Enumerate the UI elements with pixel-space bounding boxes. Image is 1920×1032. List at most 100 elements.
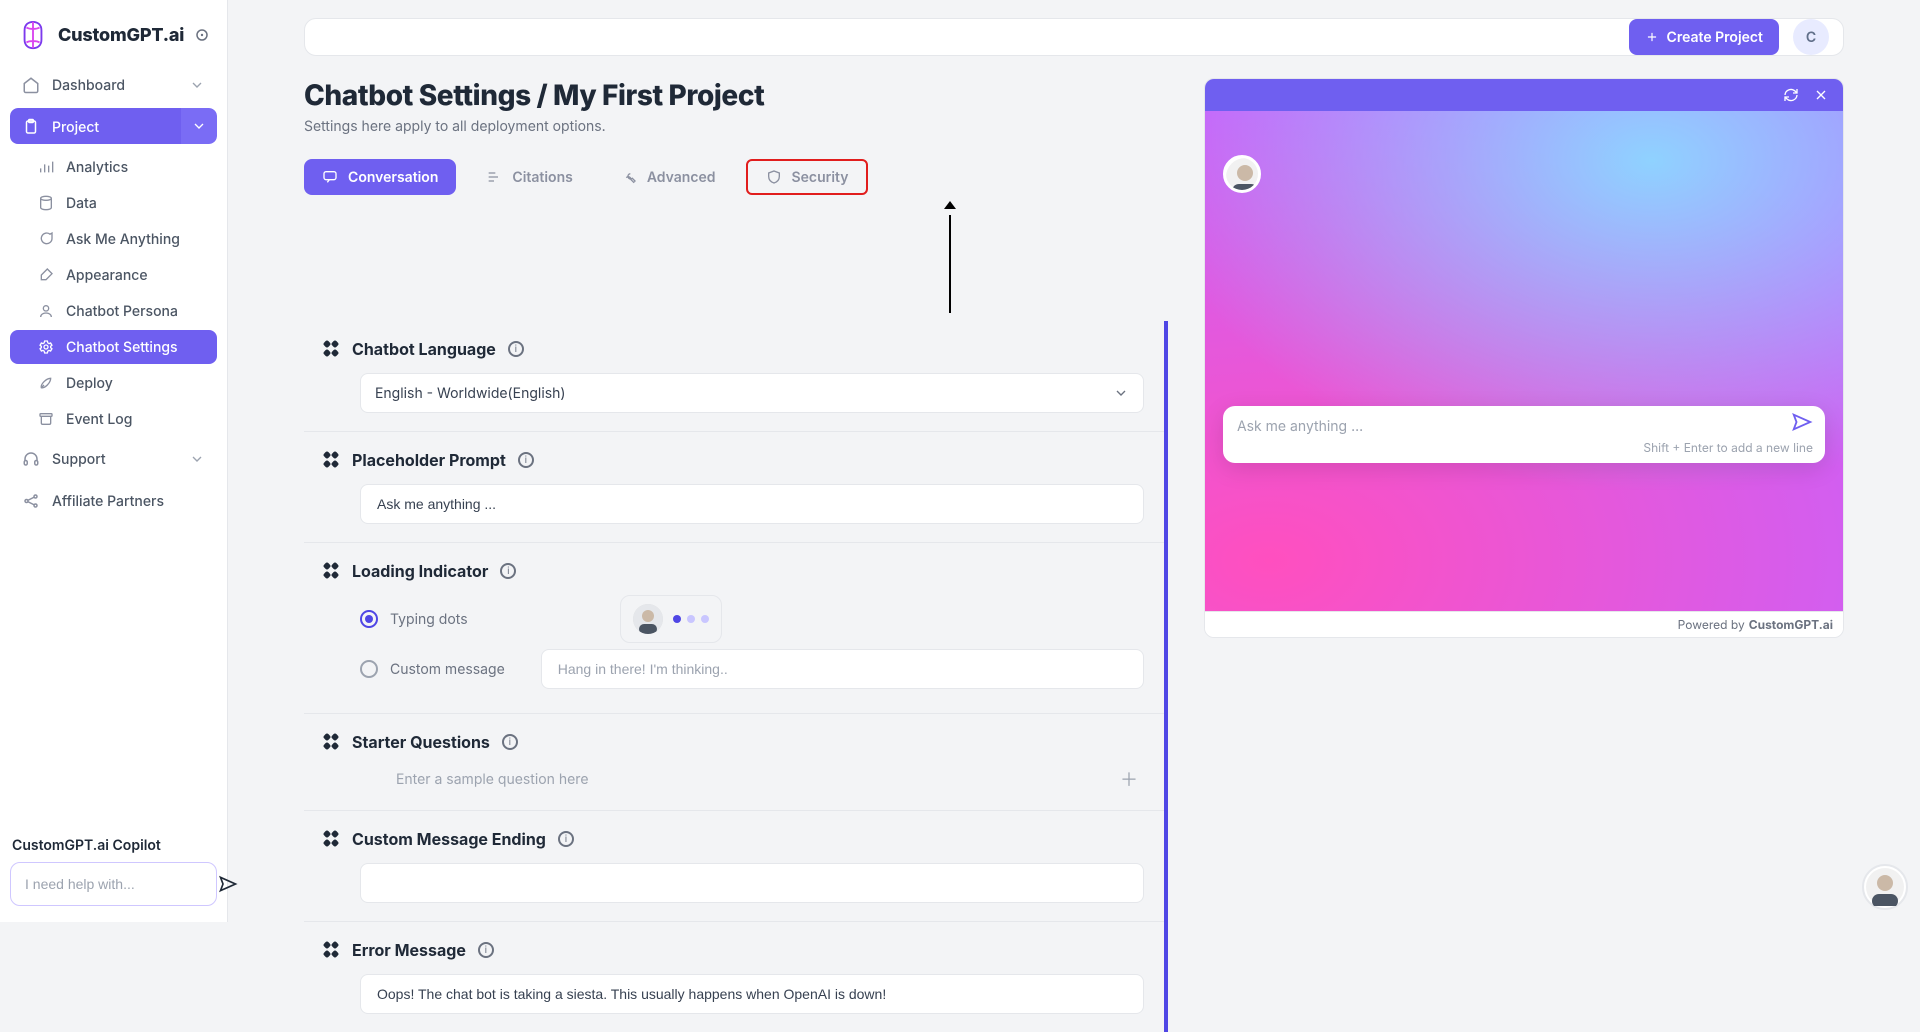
section-language: Chatbot Language i English - Worldwide(E… [304,321,1164,431]
status-dot-icon [194,27,210,43]
ending-input-wrap [360,863,1144,903]
nav-ama-label: Ask Me Anything [66,231,180,248]
info-icon[interactable]: i [502,734,518,750]
section-loading: Loading Indicator i Typing dots [304,542,1164,713]
persona-icon [38,303,54,319]
avatar-letter: C [1806,29,1816,46]
form: Chatbot Language i English - Worldwide(E… [304,321,1168,1032]
info-icon[interactable]: i [558,831,574,847]
info-icon[interactable]: i [478,942,494,958]
nav-analytics[interactable]: Analytics [10,150,217,184]
copilot-input-box[interactable] [10,862,217,906]
section-error: Error Message i [304,921,1164,1032]
nav-support-label: Support [52,451,106,468]
nav-appearance[interactable]: Appearance [10,258,217,292]
gear-icon [38,339,54,355]
section-placeholder-title: Placeholder Prompt [352,450,506,470]
radio-custom[interactable] [360,660,378,678]
info-icon[interactable]: i [518,452,534,468]
section-bullet-icon [324,452,340,468]
nav-affiliate-label: Affiliate Partners [52,493,164,510]
sidebar: CustomGPT.ai Dashboard P [0,0,228,922]
send-icon[interactable] [1791,411,1813,433]
tab-advanced-label: Advanced [647,169,716,186]
section-bullet-icon [324,942,340,958]
page-title: Chatbot Settings / My First Project [304,78,1168,112]
section-language-title: Chatbot Language [352,339,496,359]
nav: Dashboard Project [10,66,217,520]
preview-chat-input[interactable]: Ask me anything ... Shift + Enter to add… [1223,406,1825,463]
headphones-icon [22,450,40,468]
nav-chatbot-settings[interactable]: Chatbot Settings [10,330,217,364]
rocket-icon [38,375,54,391]
create-project-label: Create Project [1667,29,1763,46]
section-bullet-icon [324,734,340,750]
info-icon[interactable]: i [500,563,516,579]
nav-deploy-label: Deploy [66,375,113,392]
page-subtitle: Settings here apply to all deployment op… [304,118,1168,135]
close-icon[interactable] [1813,87,1829,103]
tab-conversation[interactable]: Conversation [304,159,456,195]
language-select[interactable]: English - Worldwide(English) [360,373,1144,413]
custom-message-input-wrap [541,649,1144,689]
radio-typing[interactable] [360,610,378,628]
preview-head [1205,79,1843,111]
annotation-arrow-icon [732,201,1168,313]
nav-data[interactable]: Data [10,186,217,220]
tab-security[interactable]: Security [746,159,869,195]
nav-project-toggle[interactable] [181,108,217,144]
plus-icon[interactable]: ＋ [1120,766,1138,792]
tab-advanced[interactable]: Advanced [603,159,734,195]
share-icon [22,492,40,510]
radio-custom-label: Custom message [390,661,505,678]
nav-affiliate[interactable]: Affiliate Partners [10,482,217,520]
starter-question-row[interactable]: Enter a sample question here ＋ [360,766,1144,792]
topbar: Create Project C [304,18,1844,56]
preview-footer: Powered by CustomGPT.ai [1205,611,1843,637]
typing-dots-icon [673,615,709,623]
ending-input[interactable] [375,874,1129,892]
error-input-wrap [360,974,1144,1014]
assistant-fab[interactable] [1862,864,1908,910]
placeholder-input-wrap [360,484,1144,524]
nav-analytics-label: Analytics [66,159,128,176]
section-error-title: Error Message [352,940,466,960]
section-ending-title: Custom Message Ending [352,829,546,849]
section-bullet-icon [324,831,340,847]
starter-placeholder: Enter a sample question here [396,771,589,788]
section-ending: Custom Message Ending i [304,810,1164,921]
nav-appearance-label: Appearance [66,267,148,284]
nav-ama[interactable]: Ask Me Anything [10,222,217,256]
section-bullet-icon [324,341,340,357]
nav-dashboard[interactable]: Dashboard [10,66,217,104]
placeholder-input[interactable] [375,495,1129,513]
refresh-icon[interactable] [1783,87,1799,103]
content: Create Project C Chatbot Settings / My F… [228,0,1920,922]
error-input[interactable] [375,985,1129,1003]
brush-icon [38,267,54,283]
nav-persona[interactable]: Chatbot Persona [10,294,217,328]
section-bullet-icon [324,563,340,579]
chat-icon [38,231,54,247]
copilot-input[interactable] [23,875,208,893]
nav-support[interactable]: Support [10,440,217,478]
nav-dashboard-label: Dashboard [52,77,125,94]
user-avatar[interactable]: C [1793,19,1829,55]
tab-citations-label: Citations [512,169,572,186]
nav-project-label: Project [52,119,99,136]
nav-project[interactable]: Project [10,108,181,144]
typing-bubble [620,595,722,643]
preview-input-placeholder: Ask me anything ... [1237,418,1811,435]
create-project-button[interactable]: Create Project [1629,19,1779,55]
nav-event-log[interactable]: Event Log [10,402,217,436]
info-icon[interactable]: i [508,341,524,357]
section-starter-title: Starter Questions [352,732,490,752]
chevron-down-icon [189,77,205,93]
nav-deploy[interactable]: Deploy [10,366,217,400]
tab-security-label: Security [792,169,849,186]
tab-citations[interactable]: Citations [468,159,590,195]
custom-message-input[interactable] [556,660,1129,678]
tab-conversation-label: Conversation [348,169,438,186]
language-value: English - Worldwide(English) [375,385,565,402]
brand-logo-icon [18,20,48,50]
